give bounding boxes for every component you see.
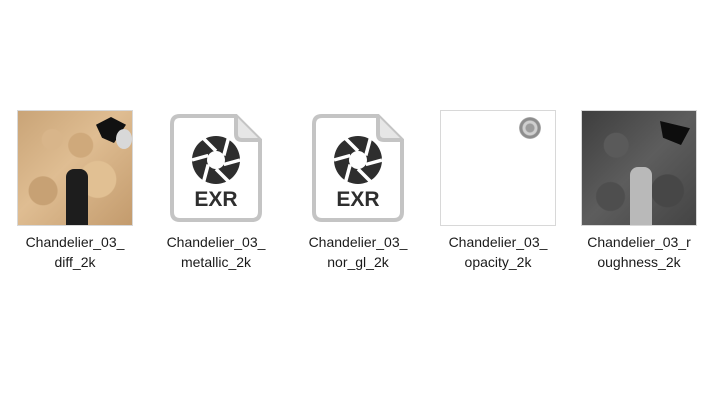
file-name: Chandelier_03_ nor_gl_2k (296, 232, 420, 272)
file-name-line1: Chandelier_03_ (448, 234, 548, 250)
file-item-metallic[interactable]: EXR Chandelier_03_ metallic_2k (154, 108, 278, 272)
file-name-line2: nor_gl_2k (327, 254, 389, 270)
exr-file-icon: EXR (170, 114, 262, 222)
file-name-line1: Chandelier_03_r (587, 234, 691, 250)
file-name-line1: Chandelier_03_ (308, 234, 408, 250)
thumbnail-frame: EXR (296, 108, 420, 228)
file-name-line2: oughness_2k (597, 254, 681, 270)
diffuse-texture-thumbnail (18, 111, 132, 225)
exr-label: EXR (336, 188, 379, 211)
file-name: Chandelier_03_ diff_2k (13, 232, 137, 272)
file-name-line2: diff_2k (54, 254, 96, 270)
thumbnail-frame (577, 108, 701, 228)
file-item-opacity[interactable]: Chandelier_03_ opacity_2k (436, 108, 560, 272)
exr-label: EXR (194, 188, 237, 211)
file-grid: Chandelier_03_ diff_2k EXR Chandelier_03… (0, 0, 720, 405)
file-name-line1: Chandelier_03_ (166, 234, 266, 250)
file-item-diff[interactable]: Chandelier_03_ diff_2k (13, 108, 137, 272)
file-name-line1: Chandelier_03_ (25, 234, 125, 250)
aperture-icon (333, 136, 383, 184)
opacity-texture-thumbnail (441, 111, 555, 225)
file-name: Chandelier_03_r oughness_2k (577, 232, 701, 272)
file-item-roughness[interactable]: Chandelier_03_r oughness_2k (577, 108, 701, 272)
aperture-icon (191, 136, 241, 184)
thumbnail-frame: EXR (154, 108, 278, 228)
thumbnail-frame (13, 108, 137, 228)
file-name: Chandelier_03_ metallic_2k (154, 232, 278, 272)
roughness-texture-thumbnail (582, 111, 696, 225)
thumbnail-frame (436, 108, 560, 228)
file-name-line2: metallic_2k (180, 254, 252, 270)
file-item-nor-gl[interactable]: EXR Chandelier_03_ nor_gl_2k (296, 108, 420, 272)
file-name-line2: opacity_2k (464, 254, 532, 270)
exr-file-icon: EXR (312, 114, 404, 222)
file-name: Chandelier_03_ opacity_2k (436, 232, 560, 272)
